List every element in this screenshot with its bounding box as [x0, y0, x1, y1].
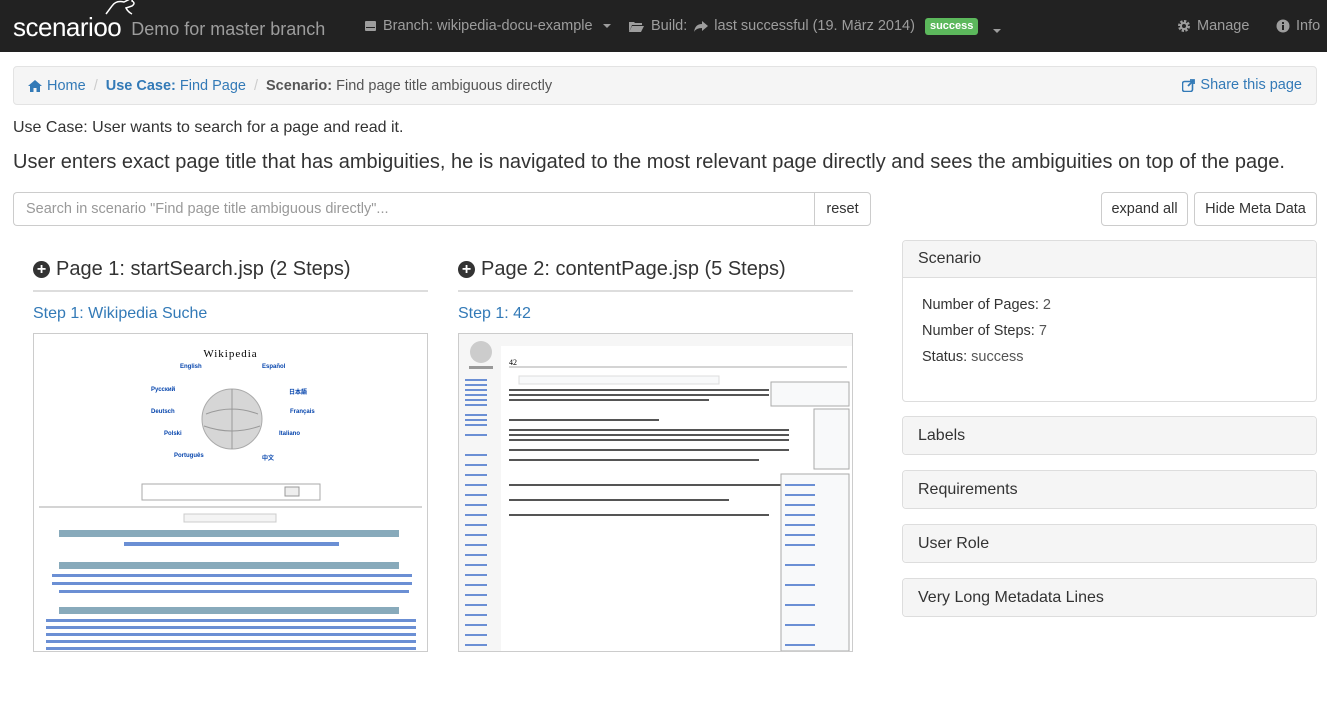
- page-title: Page 2: contentPage.jsp (5 Steps): [481, 258, 786, 280]
- lang-portugues: Português: [174, 453, 204, 459]
- top-navbar: scenarioo Demo for master branch Branch:…: [0, 0, 1327, 52]
- plus-circle-icon[interactable]: +: [33, 261, 50, 278]
- breadcrumb: Home / Use Case: Find Page / Scenario: F…: [13, 66, 1317, 105]
- branch-dropdown[interactable]: Branch: wikipedia-docu-example: [364, 0, 611, 52]
- wikipedia-logo-text: Wikipedia: [203, 348, 258, 360]
- expand-all-button[interactable]: expand all: [1101, 192, 1188, 226]
- breadcrumb-scenario: Scenario: Find page title ambiguous dire…: [266, 78, 552, 94]
- scenario-panel: Scenario Number of Pages: 2 Number of St…: [902, 240, 1317, 402]
- build-status-badge: success: [924, 17, 979, 35]
- build-label: Build:: [651, 18, 688, 34]
- brand-title: Demo for master branch: [131, 18, 326, 39]
- status-label: Status:: [922, 349, 968, 365]
- page-section-2: + Page 2: contentPage.jsp (5 Steps) Step…: [458, 256, 853, 652]
- article-title: 42: [509, 358, 517, 367]
- info-label: Info: [1296, 18, 1321, 34]
- scenario-prefix: Scenario:: [266, 77, 333, 94]
- share-page-link[interactable]: Share this page: [1182, 77, 1302, 93]
- labels-panel-heading[interactable]: Labels: [903, 417, 1316, 454]
- scenario-panel-body: Number of Pages: 2 Number of Steps: 7 St…: [903, 278, 1316, 384]
- branch-label: Branch: wikipedia-docu-example: [383, 18, 593, 34]
- wikipedia-portal-preview: [34, 334, 427, 651]
- chevron-down-icon: [602, 24, 611, 28]
- lang-espanol: Español: [262, 364, 286, 370]
- requirements-panel[interactable]: Requirements: [902, 470, 1317, 509]
- breadcrumb-separator: /: [93, 77, 98, 94]
- steps-label: Number of Steps:: [922, 323, 1035, 339]
- number-of-steps: Number of Steps: 7: [922, 318, 1297, 344]
- scenario-description: User enters exact page title that has am…: [13, 151, 1285, 173]
- home-label: Home: [47, 77, 86, 94]
- lang-chinese: 中文: [262, 456, 275, 462]
- drive-icon: [365, 21, 376, 31]
- pages-value: 2: [1042, 297, 1051, 313]
- lang-japanese: 日本語: [289, 390, 308, 396]
- scenario-name: Find page title ambiguous directly: [336, 77, 553, 94]
- long-metadata-panel[interactable]: Very Long Metadata Lines: [902, 578, 1317, 617]
- share-arrow-icon: [694, 20, 709, 32]
- step-link[interactable]: Step 1: Wikipedia Suche: [33, 305, 428, 323]
- scenario-status: Status: success: [922, 344, 1297, 370]
- build-value: last successful (19. März 2014): [714, 18, 915, 34]
- pages-label: Number of Pages:: [922, 297, 1039, 313]
- build-dropdown[interactable]: Build: last successful (19. März 2014) s…: [628, 0, 1002, 52]
- info-icon: [1276, 19, 1290, 33]
- page-heading[interactable]: + Page 2: contentPage.jsp (5 Steps): [458, 256, 853, 292]
- search-input[interactable]: [13, 192, 814, 226]
- step-link[interactable]: Step 1: 42: [458, 305, 853, 323]
- info-link[interactable]: Info: [1276, 0, 1320, 52]
- scenario-panel-heading[interactable]: Scenario: [903, 241, 1316, 278]
- lang-polski: Polski: [164, 431, 182, 437]
- hide-meta-data-button[interactable]: Hide Meta Data: [1194, 192, 1317, 226]
- lang-russian: Русский: [151, 387, 176, 393]
- labels-panel[interactable]: Labels: [902, 416, 1317, 455]
- user-role-panel[interactable]: User Role: [902, 524, 1317, 563]
- requirements-panel-heading[interactable]: Requirements: [903, 471, 1316, 508]
- breadcrumb-separator: /: [253, 77, 259, 94]
- usecase-prefix: Use Case:: [105, 77, 176, 94]
- chevron-down-icon: [993, 29, 1002, 33]
- lang-deutsch: Deutsch: [151, 409, 175, 415]
- breadcrumb-usecase[interactable]: Use Case: Find Page: [106, 78, 246, 94]
- usecase-name: Find Page: [179, 77, 246, 94]
- page-heading[interactable]: + Page 1: startSearch.jsp (2 Steps): [33, 256, 428, 292]
- reset-button[interactable]: reset: [814, 192, 871, 226]
- manage-label: Manage: [1197, 18, 1250, 34]
- share-label: Share this page: [1200, 77, 1302, 93]
- plus-circle-icon[interactable]: +: [458, 261, 475, 278]
- gear-icon: [1178, 20, 1190, 32]
- step-screenshot-thumbnail[interactable]: Wikipedia English Español Русский 日本語 De…: [33, 333, 428, 652]
- home-icon: [28, 79, 42, 92]
- page-title: Page 1: startSearch.jsp (2 Steps): [56, 258, 351, 280]
- scenario-search: reset: [13, 192, 871, 226]
- number-of-pages: Number of Pages: 2: [922, 292, 1297, 318]
- user-role-panel-heading[interactable]: User Role: [903, 525, 1316, 562]
- long-metadata-panel-heading[interactable]: Very Long Metadata Lines: [903, 579, 1316, 616]
- lang-english: English: [180, 364, 202, 370]
- step-screenshot-thumbnail[interactable]: 42: [458, 333, 853, 652]
- folder-open-icon: [629, 21, 644, 32]
- scenarioo-logo: scenarioo: [13, 0, 135, 43]
- breadcrumb-home[interactable]: Home: [28, 78, 86, 94]
- wikipedia-article-preview: [459, 334, 852, 651]
- lang-francais: Français: [290, 409, 315, 415]
- brand[interactable]: scenarioo Demo for master branch: [13, 0, 326, 43]
- page-section-1: + Page 1: startSearch.jsp (2 Steps) Step…: [33, 256, 428, 652]
- status-value: success: [971, 349, 1024, 365]
- brand-logo-text: scenarioo: [13, 11, 122, 42]
- steps-value: 7: [1038, 323, 1047, 339]
- lang-italiano: Italiano: [279, 431, 301, 437]
- usecase-description: Use Case: User wants to search for a pag…: [13, 119, 404, 136]
- kangaroo-icon: [105, 0, 135, 15]
- external-link-icon: [1182, 78, 1196, 92]
- manage-link[interactable]: Manage: [1177, 0, 1249, 52]
